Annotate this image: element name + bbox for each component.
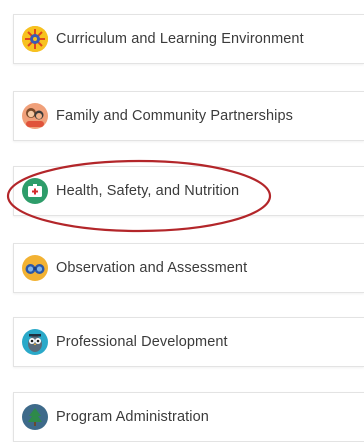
topic-label: Observation and Assessment (56, 260, 248, 276)
topic-label: Family and Community Partnerships (56, 108, 293, 124)
family-icon (22, 103, 48, 129)
binoculars-icon (22, 255, 48, 281)
owl-icon (22, 329, 48, 355)
topic-card-observation[interactable]: Observation and Assessment (13, 243, 364, 293)
topic-card-curriculum[interactable]: Curriculum and Learning Environment (13, 14, 364, 64)
first-aid-icon (22, 178, 48, 204)
topic-list: Curriculum and Learning Environment Fami… (0, 0, 364, 442)
topic-card-professional[interactable]: Professional Development (13, 317, 364, 367)
topic-card-program[interactable]: Program Administration (13, 392, 364, 442)
topic-label: Program Administration (56, 409, 209, 425)
topic-card-family[interactable]: Family and Community Partnerships (13, 91, 364, 141)
sun-gear-icon (22, 26, 48, 52)
topic-card-health[interactable]: Health, Safety, and Nutrition (13, 166, 364, 216)
topic-label: Curriculum and Learning Environment (56, 31, 304, 47)
tree-icon (22, 404, 48, 430)
topic-label: Health, Safety, and Nutrition (56, 183, 240, 199)
topic-label: Professional Development (56, 334, 228, 350)
